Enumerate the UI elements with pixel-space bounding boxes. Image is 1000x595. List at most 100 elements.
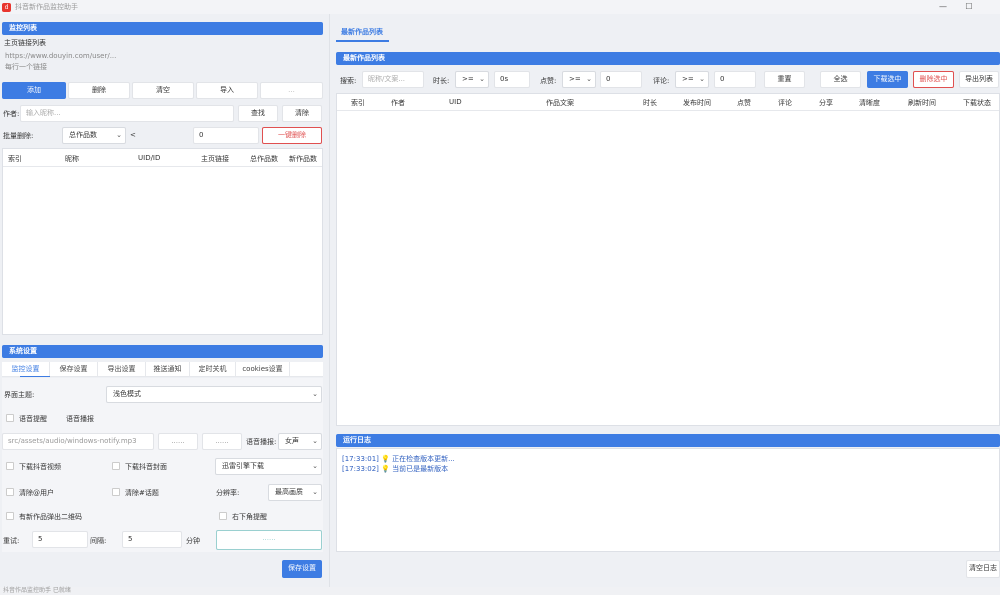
tab-works[interactable]: 最新作品列表 xyxy=(341,27,383,37)
voice-select[interactable]: 女声 ⌄ xyxy=(278,433,322,450)
batch-delete-label: 批量删除: xyxy=(3,132,34,140)
theme-select[interactable]: 浅色模式 ⌄ xyxy=(106,386,322,403)
theme-value: 浅色模式 xyxy=(113,390,141,398)
tab-save-settings[interactable]: 保存设置 xyxy=(50,362,98,376)
engine-value: 迅雷引擎下载 xyxy=(222,462,264,470)
corner-popup-label: 右下角提醒 xyxy=(232,513,267,521)
add-button[interactable]: 添加 xyxy=(2,82,66,99)
status-bar: 抖音作品监控助手 已就绪 xyxy=(0,587,1000,595)
works-col-caption: 作品文案 xyxy=(546,99,574,107)
likes-op-select[interactable]: >= ⌄ xyxy=(562,71,596,88)
duration-op-value: >= xyxy=(462,75,474,83)
works-col-quality: 清晰度 xyxy=(859,99,880,107)
engine-select[interactable]: 迅雷引擎下载 ⌄ xyxy=(215,458,322,475)
clear-log-button[interactable]: 清空日志 xyxy=(966,560,1000,578)
search-label: 搜索: xyxy=(340,77,357,85)
log-text: 正在检查版本更新... xyxy=(392,455,455,463)
table-divider xyxy=(3,166,322,167)
log-text: 当前已是最新版本 xyxy=(392,465,449,473)
chevron-down-icon: ⌄ xyxy=(312,488,318,496)
author-input[interactable]: 输入昵称... xyxy=(20,105,234,122)
tab-cookies[interactable]: cookies设置 xyxy=(236,362,290,376)
works-col-index: 索引 xyxy=(351,99,365,107)
qr-popup-checkbox[interactable] xyxy=(6,512,14,520)
audio-browse-button[interactable]: ...... xyxy=(158,433,198,450)
resolution-value: 最高画质 xyxy=(275,488,303,496)
lightbulb-icon: 💡 xyxy=(381,455,390,463)
search-input[interactable]: 昵称/文案... xyxy=(362,71,424,88)
corner-popup-checkbox[interactable] xyxy=(219,512,227,520)
tab-shutdown[interactable]: 定时关机 xyxy=(190,362,236,376)
theme-label: 界面主题: xyxy=(4,391,35,399)
save-settings-button[interactable]: 保存设置 xyxy=(282,560,322,578)
duration-op-select[interactable]: >= ⌄ xyxy=(455,71,489,88)
batch-operator: < xyxy=(130,131,136,139)
find-button[interactable]: 查找 xyxy=(238,105,278,122)
works-col-uid: UID xyxy=(449,98,462,106)
interval-label: 间隔: xyxy=(90,537,107,545)
works-col-author: 作者 xyxy=(391,99,405,107)
log-line: [17:33:02] 💡 当前已是最新版本 xyxy=(342,464,448,474)
monitor-table: 索引 昵称 UID/ID 主页链接 总作品数 新作品数 xyxy=(2,148,323,335)
duration-input[interactable]: 0s xyxy=(494,71,530,88)
lightbulb-icon: 💡 xyxy=(381,465,390,473)
likes-input[interactable]: 0 xyxy=(600,71,642,88)
monitor-col-homepage: 主页链接 xyxy=(201,155,229,163)
remove-at-checkbox[interactable] xyxy=(6,488,14,496)
remove-topic-checkbox[interactable] xyxy=(112,488,120,496)
homepage-textarea[interactable]: https://www.douyin.com/user/... 每行一个链接 xyxy=(2,49,323,75)
tab-export-settings[interactable]: 导出设置 xyxy=(98,362,146,376)
delete-button[interactable]: 删除 xyxy=(68,82,130,99)
maximize-icon[interactable]: ☐ xyxy=(962,1,976,13)
batch-delete-button[interactable]: 一键删除 xyxy=(262,127,322,144)
retry-input[interactable]: 5 xyxy=(32,531,88,548)
title-bar: d 抖音新作品监控助手 — ☐ xyxy=(0,0,1000,14)
works-col-likes: 点赞 xyxy=(737,99,751,107)
minimize-icon[interactable]: — xyxy=(936,1,950,13)
download-video-checkbox[interactable] xyxy=(6,462,14,470)
retry-label: 重试: xyxy=(3,537,20,545)
window-title: 抖音新作品监控助手 xyxy=(15,3,78,11)
splitter[interactable] xyxy=(329,14,330,587)
works-table: 索引 作者 UID 作品文案 时长 发布时间 点赞 评论 分享 清晰度 刷新时间… xyxy=(336,93,1000,426)
export-list-button[interactable]: 导出列表 xyxy=(959,71,999,88)
interval-input[interactable]: 5 xyxy=(122,531,182,548)
resolution-label: 分辨率: xyxy=(216,489,240,497)
download-cover-checkbox[interactable] xyxy=(112,462,120,470)
download-cover-label: 下载抖音封面 xyxy=(125,463,167,471)
monitor-col-new: 新作品数 xyxy=(289,155,317,163)
audio-path-input[interactable]: src/assets/audio/windows-notify.mp3 xyxy=(2,433,154,450)
audio-test-button[interactable]: ...... xyxy=(202,433,242,450)
active-tab-underline xyxy=(20,376,50,377)
voice-value: 女声 xyxy=(285,437,299,445)
comments-op-select[interactable]: >= ⌄ xyxy=(675,71,709,88)
voice-alert-checkbox[interactable] xyxy=(6,414,14,422)
settings-tabs: 监控设置 保存设置 导出设置 推送通知 定时关机 cookies设置 xyxy=(2,362,323,377)
clear-list-button[interactable]: 清空 xyxy=(132,82,194,99)
voice-setting-label: 语音播报 xyxy=(66,415,94,423)
duration-label: 时长: xyxy=(433,77,450,85)
more-button[interactable]: ... xyxy=(260,82,323,99)
log-header: 运行日志 xyxy=(336,434,1000,447)
tab-push-notify[interactable]: 推送通知 xyxy=(146,362,190,376)
select-all-button[interactable]: 全选 xyxy=(820,71,861,88)
log-time: [17:33:02] xyxy=(342,465,379,473)
tab-monitor-settings[interactable]: 监控设置 xyxy=(2,362,50,376)
homepage-label: 主页链接列表 xyxy=(4,39,46,47)
batch-value-input[interactable]: 0 xyxy=(193,127,259,144)
batch-field-value: 总作品数 xyxy=(69,131,97,139)
reset-button[interactable]: 重置 xyxy=(764,71,805,88)
clear-author-button[interactable]: 清除 xyxy=(282,105,322,122)
import-button[interactable]: 导入 xyxy=(196,82,258,99)
comments-label: 评论: xyxy=(653,77,670,85)
delete-selected-button[interactable]: 删除选中 xyxy=(913,71,954,88)
resolution-select[interactable]: 最高画质 ⌄ xyxy=(268,484,322,501)
works-col-shares: 分享 xyxy=(819,99,833,107)
works-col-download-status: 下载状态 xyxy=(963,99,991,107)
qr-popup-label: 有新作品弹出二维码 xyxy=(19,513,82,521)
comments-input[interactable]: 0 xyxy=(714,71,756,88)
homepage-placeholder-2: 每行一个链接 xyxy=(5,63,47,71)
batch-field-select[interactable]: 总作品数 ⌄ xyxy=(62,127,126,144)
voice-label: 语音播报: xyxy=(246,438,277,446)
download-selected-button[interactable]: 下载选中 xyxy=(867,71,908,88)
